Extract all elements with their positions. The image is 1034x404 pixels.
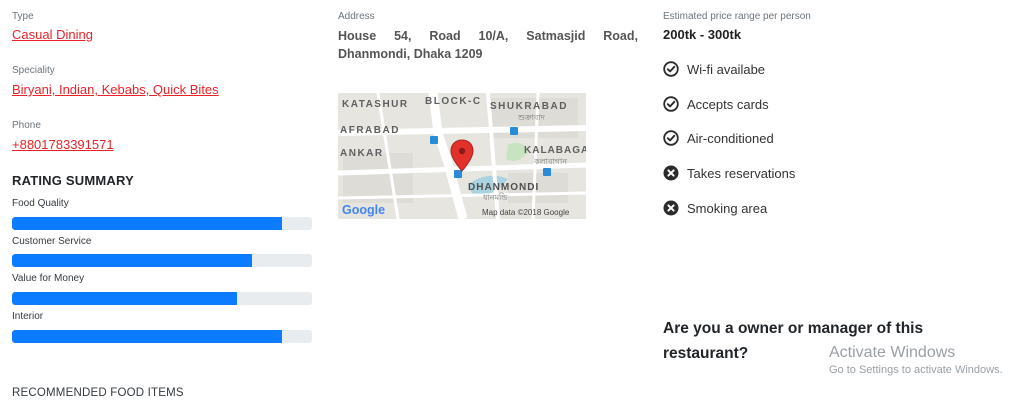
map-label-dhanmondi-bn: ধানমন্ডি [483,193,508,202]
price-range-label: Estimated price range per person [663,11,811,22]
rating-label-value-for-money: Value for Money [12,273,85,284]
address-text: House 54, Road 10/A, Satmasjid Road, Dha… [338,29,638,61]
map-label-ankar: ANKAR [340,148,384,159]
rating-bar-fill [12,292,237,305]
check-circle-icon [663,61,679,77]
phone-link[interactable]: +8801783391571 [12,137,114,153]
feature-label: Smoking area [687,200,768,216]
type-label: Type [12,11,34,22]
rating-bar-fill [12,330,282,343]
map-canvas: KATASHUR BLOCK-C SHUKRABAD শুক্রাবাদ AFR… [338,93,586,219]
map-label-kalabagan-bn: কলাবাগান [533,157,567,166]
rating-bar-value-for-money [12,292,312,305]
google-logo: Google [342,203,385,217]
address-label: Address [338,11,375,22]
rating-bar-interior [12,330,312,343]
map-label-block-c: BLOCK-C [425,96,482,107]
feature-label: Air-conditioned [687,130,774,146]
check-circle-icon [663,130,679,146]
type-link[interactable]: Casual Dining [12,27,93,43]
feature-air-conditioned: Air-conditioned [663,130,774,146]
rating-bar-food-quality [12,217,312,230]
price-range-value: 200tk - 300tk [663,27,742,42]
recommended-food-items-title: RECOMMENDED FOOD ITEMS [12,387,184,399]
rating-bar-fill [12,217,282,230]
rating-label-food-quality: Food Quality [12,198,69,209]
feature-label: Accepts cards [687,96,769,112]
phone-label: Phone [12,120,41,131]
windows-activation-watermark: Activate Windows Go to Settings to activ… [829,343,1003,377]
map-label-katashur: KATASHUR [342,99,409,110]
feature-label: Takes reservations [687,165,796,181]
map-label-shukrabad: SHUKRABAD [490,101,568,112]
feature-wifi: Wi-fi availabe [663,61,765,77]
map-label-kalabagan: KALABAGA [524,145,586,156]
map-label-dhanmondi: DHANMONDI [468,182,539,193]
rating-bar-fill [12,254,252,267]
speciality-link[interactable]: Biryani, Indian, Kebabs, Quick Bites [12,82,219,98]
feature-label: Wi-fi availabe [687,61,766,77]
watermark-title: Activate Windows [829,344,956,361]
map-attribution: Map data ©2018 Google [482,208,570,217]
feature-reservations: Takes reservations [663,165,795,181]
rating-label-customer-service: Customer Service [12,236,92,247]
map-label-afrabad: AFRABAD [340,125,400,136]
times-circle-icon [663,165,679,181]
speciality-label: Speciality [12,65,55,76]
rating-bar-customer-service [12,254,312,267]
map-label-shukrabad-bn: শুক্রাবাদ [517,113,546,122]
times-circle-icon [663,200,679,216]
feature-smoking-area: Smoking area [663,200,767,216]
rating-label-interior: Interior [12,311,44,322]
watermark-subtitle: Go to Settings to activate Windows. [829,364,1003,376]
rating-summary-title: RATING SUMMARY [12,173,134,188]
feature-cards: Accepts cards [663,96,769,112]
check-circle-icon [663,96,679,112]
location-map[interactable]: KATASHUR BLOCK-C SHUKRABAD শুক্রাবাদ AFR… [338,93,586,219]
